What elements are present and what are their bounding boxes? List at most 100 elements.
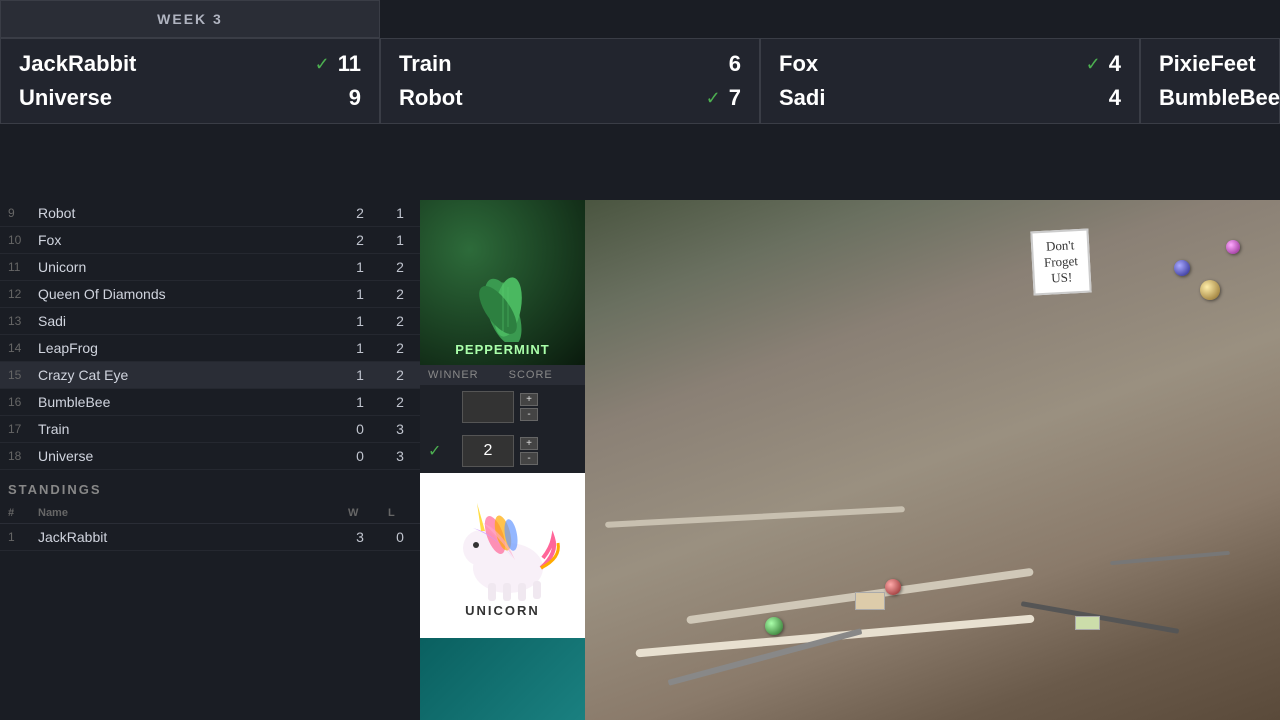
marble-1 (765, 617, 783, 635)
match-list-row: 18 Universe 0 3 (0, 443, 420, 470)
match-list-row: 16 BumbleBee 1 2 (0, 389, 420, 416)
video-feed: Don't Froget US! (585, 200, 1280, 720)
sign-line-3: US! (1044, 269, 1079, 287)
match-name: Sadi (30, 308, 340, 335)
match-num: 13 (0, 308, 30, 335)
score-input-2[interactable]: 2 (462, 435, 514, 467)
match-num: 14 (0, 335, 30, 362)
match-list-row: 9 Robot 2 1 (0, 200, 420, 227)
standing-l: 0 (380, 524, 420, 551)
block-2 (1075, 616, 1100, 630)
block-1 (855, 592, 885, 610)
match-w: 1 (340, 335, 380, 362)
match-num: 16 (0, 389, 30, 416)
match-row-1-top: JackRabbit ✓ 11 (19, 51, 361, 77)
stick-3 (1110, 551, 1230, 565)
match-l: 2 (380, 335, 420, 362)
match-l: 2 (380, 362, 420, 389)
score-sadi: 4 (1109, 85, 1121, 111)
match-list-row: 13 Sadi 1 2 (0, 308, 420, 335)
col-l: L (380, 503, 420, 524)
match-name: Fox (30, 227, 340, 254)
match-name: Universe (30, 443, 340, 470)
right-column-video: Don't Froget US! (585, 200, 1280, 720)
score-jackrabbit: 11 (338, 51, 361, 77)
match-cards-row: JackRabbit ✓ 11 Universe 9 Train 6 (0, 38, 1280, 124)
winner-label: WINNER (428, 369, 479, 381)
team-bumblebee: BumbleBee (1159, 85, 1280, 111)
match-row-3-top: Fox ✓ 4 (779, 51, 1121, 77)
match-l: 2 (380, 308, 420, 335)
match-list-row: 11 Unicorn 1 2 (0, 254, 420, 281)
match-w: 2 (340, 200, 380, 227)
col-name: Name (30, 503, 340, 524)
match-list-row: 12 Queen Of Diamonds 1 2 (0, 281, 420, 308)
unicorn-svg (443, 493, 563, 603)
track-3 (605, 506, 905, 528)
match-name: Queen Of Diamonds (30, 281, 340, 308)
standings-row: 1 JackRabbit 3 0 (0, 524, 420, 551)
match-row-4-top: PixieFeet (1159, 51, 1261, 77)
teal-bottom-card (420, 638, 585, 720)
score-btns-1: + - (520, 393, 538, 421)
score-input-1[interactable] (462, 391, 514, 423)
match-l: 3 (380, 443, 420, 470)
match-list-row: 10 Fox 2 1 (0, 227, 420, 254)
match-name: Robot (30, 200, 340, 227)
score-fox: 4 (1109, 51, 1121, 77)
match-num: 15 (0, 362, 30, 389)
match-card-2: Train 6 Robot ✓ 7 (380, 38, 760, 124)
peppermint-name: PEPPERMINT (455, 342, 550, 357)
score-group-2b: ✓ 7 (706, 85, 741, 111)
peppermint-card: PEPPERMINT (420, 200, 585, 365)
team-pixiefeet: PixieFeet (1159, 51, 1256, 77)
match-num: 17 (0, 416, 30, 443)
score-plus-2[interactable]: + (520, 437, 538, 450)
marble-3 (1200, 280, 1220, 300)
match-num: 18 (0, 443, 30, 470)
match-name: LeapFrog (30, 335, 340, 362)
score-robot: 7 (729, 85, 741, 111)
col-w: W (340, 503, 380, 524)
match-num: 10 (0, 227, 30, 254)
standing-w: 3 (340, 524, 380, 551)
score-label: SCORE (509, 369, 553, 381)
winner-score-header: WINNER SCORE (420, 365, 585, 385)
score-group-2: 6 (729, 51, 741, 77)
match-name: Crazy Cat Eye (30, 362, 340, 389)
left-column: 9 Robot 2 1 10 Fox 2 1 11 Unicorn 1 2 12… (0, 200, 420, 720)
sign-overlay: Don't Froget US! (1030, 229, 1091, 296)
score-train: 6 (729, 51, 741, 77)
marble-4 (1174, 260, 1190, 276)
team-fox: Fox (779, 51, 818, 77)
match-list-table: 9 Robot 2 1 10 Fox 2 1 11 Unicorn 1 2 12… (0, 200, 420, 470)
match-list-row: 15 Crazy Cat Eye 1 2 (0, 362, 420, 389)
sign-line-1: Don't (1043, 237, 1078, 255)
match-list-row: 14 LeapFrog 1 2 (0, 335, 420, 362)
check-winner-2: ✓ (428, 441, 456, 461)
match-card-3: Fox ✓ 4 Sadi 4 (760, 38, 1140, 124)
score-minus-2[interactable]: - (520, 452, 538, 465)
team-universe: Universe (19, 85, 112, 111)
check-icon-3: ✓ (1086, 54, 1101, 75)
score-plus-1[interactable]: + (520, 393, 538, 406)
match-w: 1 (340, 254, 380, 281)
score-group-1: ✓ 11 (315, 51, 361, 77)
check-icon-1: ✓ (315, 54, 330, 75)
match-w: 1 (340, 281, 380, 308)
top-section: WEEK 3 JackRabbit ✓ 11 Universe 9 Trai (0, 0, 1280, 124)
match-list-row: 17 Train 0 3 (0, 416, 420, 443)
score-entry-2: ✓ 2 + - (420, 429, 585, 473)
score-btns-2: + - (520, 437, 538, 465)
score-group-1b: 9 (349, 85, 361, 111)
team-sadi: Sadi (779, 85, 825, 111)
match-name: Unicorn (30, 254, 340, 281)
week-label: WEEK 3 (157, 11, 223, 27)
match-num: 11 (0, 254, 30, 281)
standings-table: # Name W L 1 JackRabbit 3 0 (0, 503, 420, 551)
match-w: 0 (340, 443, 380, 470)
score-minus-1[interactable]: - (520, 408, 538, 421)
sign-line-2: Froget (1044, 253, 1079, 271)
match-l: 2 (380, 254, 420, 281)
score-group-3: ✓ 4 (1086, 51, 1121, 77)
